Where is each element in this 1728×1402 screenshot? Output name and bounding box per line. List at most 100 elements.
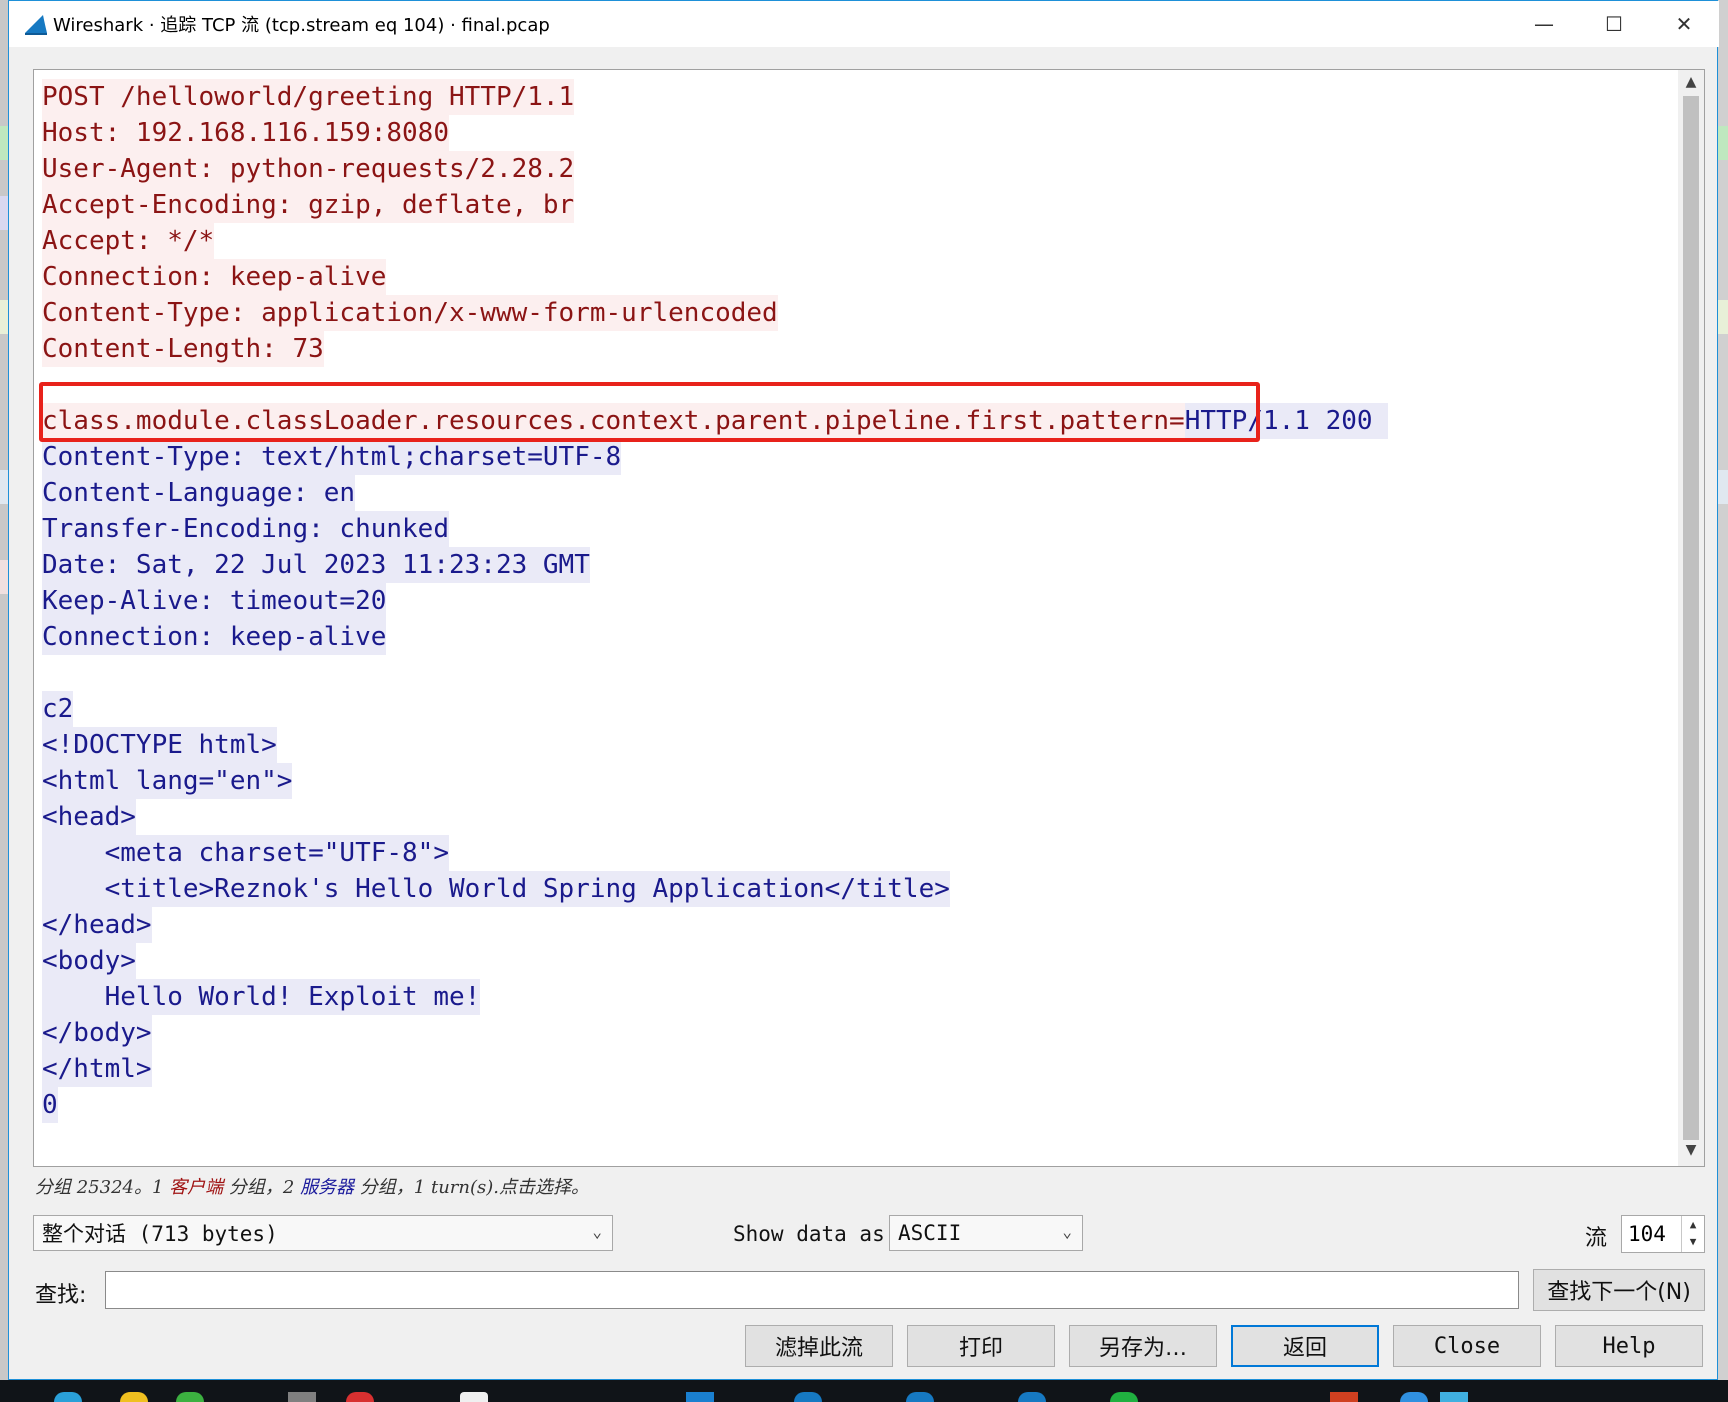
stream-line: Connection: keep-alive [42,259,1388,295]
status-server-word: 服务器 [300,1177,355,1198]
stream-line: Content-Type: application/x-www-form-url… [42,295,1388,331]
client-text: Content-Length: 73 [42,331,324,367]
spin-updown-icon[interactable]: ▲ ▼ [1681,1216,1704,1252]
find-input[interactable] [105,1271,1519,1309]
server-text: <head> [42,799,136,835]
taskbar-app-icon[interactable] [346,1392,374,1402]
show-data-as-select[interactable]: ASCII ⌄ [889,1215,1083,1251]
conversation-select-value: 整个对话 (713 bytes) [42,1222,278,1246]
client-text: Host: 192.168.116.159:8080 [42,115,449,151]
stream-line: <meta charset="UTF-8"> [42,835,1388,871]
minimize-icon: — [1534,12,1554,36]
stream-line: Host: 192.168.116.159:8080 [42,115,1388,151]
background-window-edge-right [1718,0,1728,1402]
server-text: Transfer-Encoding: chunked [42,511,449,547]
vertical-scrollbar[interactable]: ▲ ▼ [1678,70,1704,1166]
stream-line: Date: Sat, 22 Jul 2023 11:23:23 GMT [42,547,1388,583]
stream-number-label: 流 [1585,1226,1608,1251]
stream-line: <html lang="en"> [42,763,1388,799]
stream-line: <title>Reznok's Hello World Spring Appli… [42,871,1388,907]
stream-line: Keep-Alive: timeout=20 [42,583,1388,619]
stream-content: POST /helloworld/greeting HTTP/1.1 Host: … [42,79,1389,1123]
server-text: <meta charset="UTF-8"> [42,835,449,871]
chevron-down-icon: ⌄ [592,1222,602,1241]
taskbar-app-icon[interactable] [460,1392,488,1402]
conversation-select[interactable]: 整个对话 (713 bytes) ⌄ [33,1215,613,1251]
follow-tcp-stream-dialog: Wireshark · 追踪 TCP 流 (tcp.stream eq 104)… [8,0,1719,1380]
server-text: </body> [42,1015,152,1051]
stream-line: Content-Length: 73 [42,331,1388,367]
scroll-down-icon[interactable]: ▼ [1678,1142,1704,1162]
stream-line: c2 [42,691,1388,727]
stream-content-pane[interactable]: POST /helloworld/greeting HTTP/1.1 Host: … [33,69,1705,1167]
server-text: <!DOCTYPE html> [42,727,277,763]
background-row [1718,470,1728,504]
server-text: 0 [42,1087,58,1123]
client-text: Content-Type: application/x-www-form-url… [42,295,778,331]
scroll-up-icon[interactable]: ▲ [1678,74,1704,94]
taskbar-app-icon[interactable] [1330,1392,1358,1402]
taskbar-app-icon[interactable] [1440,1392,1468,1402]
taskbar-app-icon[interactable] [1110,1392,1138,1402]
server-text: Date: Sat, 22 Jul 2023 11:23:23 GMT [42,547,590,583]
back-button[interactable]: 返回 [1231,1325,1379,1367]
taskbar-app-icon[interactable] [906,1392,934,1402]
stream-line: Content-Type: text/html;charset=UTF-8 [42,439,1388,475]
show-data-as-label: Show data as [733,1222,885,1246]
scrollbar-thumb[interactable] [1683,96,1699,1140]
stream-line: <!DOCTYPE html> [42,727,1388,763]
background-row [1718,126,1728,160]
taskbar-app-icon[interactable] [686,1392,714,1402]
find-next-button[interactable]: 查找下一个(N) [1533,1269,1705,1311]
client-text: User-Agent: python-requests/2.28.2 [42,151,575,187]
taskbar-app-icon[interactable] [288,1392,316,1402]
help-button[interactable]: Help [1555,1325,1703,1367]
print-button[interactable]: 打印 [907,1325,1055,1367]
stream-line: Transfer-Encoding: chunked [42,511,1388,547]
status-line: 分组 25324。1 客户端 分组，2 服务器 分组，1 turn(s).点击选… [35,1173,589,1199]
wireshark-fin-icon [25,15,47,35]
client-text: POST /helloworld/greeting HTTP/1.1 [42,79,575,115]
close-window-button[interactable]: ✕ [1649,1,1719,47]
stream-line: Accept-Encoding: gzip, deflate, br [42,187,1388,223]
filter-out-stream-button[interactable]: 滤掉此流 [745,1325,893,1367]
server-text: Content-Language: en [42,475,356,511]
background-row [0,126,8,160]
stream-line: </html> [42,1051,1388,1087]
minimize-button[interactable]: — [1509,1,1579,47]
taskbar-app-icon[interactable] [120,1392,148,1402]
server-text: </head> [42,907,152,943]
server-text: </html> [42,1051,152,1087]
title-bar[interactable]: Wireshark · 追踪 TCP 流 (tcp.stream eq 104)… [9,1,1719,47]
server-text: Connection: keep-alive [42,619,387,655]
stream-line [42,655,1388,691]
stream-number-spinbox[interactable]: 104 ▲ ▼ [1621,1215,1705,1253]
status-prefix: 分组 25324。1 [35,1177,170,1198]
stream-line: <head> [42,799,1388,835]
server-text: <title>Reznok's Hello World Spring Appli… [42,871,950,907]
stream-line: User-Agent: python-requests/2.28.2 [42,151,1388,187]
taskbar-app-icon[interactable] [794,1392,822,1402]
stream-line: Accept: */* [42,223,1388,259]
close-button[interactable]: Close [1393,1325,1541,1367]
maximize-button[interactable]: ☐ [1579,1,1649,47]
save-as-button[interactable]: 另存为… [1069,1325,1217,1367]
maximize-icon: ☐ [1605,12,1623,36]
stream-line: POST /helloworld/greeting HTTP/1.1 [42,79,1388,115]
status-suffix: 分组，1 turn(s).点击选择。 [354,1177,589,1198]
taskbar-app-icon[interactable] [54,1392,82,1402]
background-row [0,470,8,504]
background-row [0,300,8,334]
taskbar [0,1380,1728,1402]
taskbar-app-icon[interactable] [176,1392,204,1402]
window-title: Wireshark · 追踪 TCP 流 (tcp.stream eq 104)… [53,15,550,36]
taskbar-app-icon[interactable] [1018,1392,1046,1402]
stream-line: </head> [42,907,1388,943]
background-row [1718,300,1728,334]
server-text: c2 [42,691,74,727]
find-label: 查找: [35,1283,87,1308]
taskbar-app-icon[interactable] [1400,1392,1428,1402]
stream-line: <body> [42,943,1388,979]
status-client-word: 客户端 [169,1177,224,1198]
background-row [0,560,8,594]
